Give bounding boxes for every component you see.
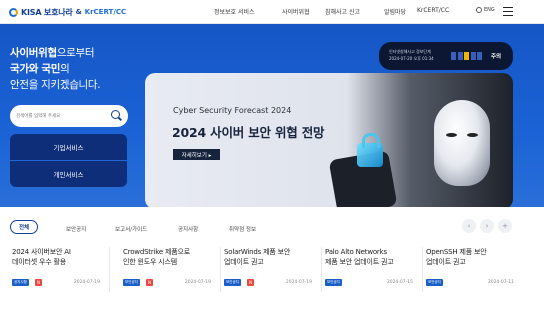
notice-title-line2: 데이터셋 우수 활용 [12, 258, 66, 266]
logo-cert-text: KrCERT/CC [84, 8, 127, 16]
banner-title: 2024 사이버 보안 위협 전망 [172, 125, 325, 140]
prev-arrow-icon[interactable]: ‹ [462, 219, 476, 233]
language-label: ENG [484, 7, 495, 13]
notice-title-line1: Palo Alto Networks [325, 248, 387, 256]
nav-item-incident-report[interactable]: 침해사고 신고 [325, 7, 360, 16]
next-arrow-icon[interactable]: › [480, 219, 494, 233]
nav-item-cyber-threat[interactable]: 사이버위협 [282, 7, 310, 16]
alert-level-bar [470, 52, 476, 60]
alert-level-title: 인터넷침해사고 경보단계 [389, 49, 431, 54]
banner-subtitle: Cyber Security Forecast 2024 [173, 106, 292, 115]
new-badge: N [35, 279, 42, 286]
tab-all[interactable]: 전체 [10, 220, 38, 234]
alert-level-bar [451, 52, 456, 60]
notice-card[interactable]: CrowdStrike 제품으로 인한 윈도우 시스템 보안공지 N 2024-… [123, 247, 221, 292]
new-badge: N [146, 279, 153, 286]
nav-item-notice[interactable]: 알림마당 [384, 7, 406, 16]
search-icon[interactable] [111, 110, 120, 119]
language-switch[interactable]: ENG [476, 7, 495, 13]
nav-item-krcert[interactable]: KrCERT/CC [417, 7, 449, 14]
notice-date: 2024-07-15 [386, 280, 413, 285]
kisa-logo[interactable]: KISA 보호나라 & KrCERT/CC [9, 6, 126, 18]
new-badge: N [247, 279, 254, 286]
search-input[interactable] [16, 111, 108, 121]
notice-title-line2: 제품 보안 업데이트 권고 [325, 258, 394, 266]
notice-date: 2024-07-19 [184, 280, 211, 285]
notice-card[interactable]: Palo Alto Networks 제품 보안 업데이트 권고 보안공지 20… [325, 247, 423, 292]
notice-title-line1: OpenSSH 제품 보안 [426, 248, 487, 256]
nav-item-security-service[interactable]: 정보보호 서비스 [214, 7, 255, 16]
alert-level-bar [464, 52, 469, 60]
notice-title-line1: 2024 사이버보안 AI [12, 248, 71, 256]
padlock-illustration [357, 133, 383, 167]
notice-date: 2024-07-19 [73, 280, 100, 285]
plus-more-icon[interactable]: + [498, 219, 512, 233]
alert-level-value: 주의 [491, 54, 502, 60]
alert-level-bars [451, 52, 482, 60]
notice-card[interactable]: OpenSSH 제품 보안 업데이트 권고 보안공지 2024-07-11 [426, 247, 524, 292]
category-badge: 보안공지 [224, 279, 241, 286]
logo-kisa-text: KISA 보호나라 [21, 7, 73, 17]
notice-title-line2: 인한 윈도우 시스템 [123, 258, 177, 266]
globe-icon [476, 7, 482, 13]
banner-detail-button[interactable]: 자세히보기 ▸ [173, 149, 220, 160]
kisa-logo-icon [9, 7, 18, 17]
tab-security-notice[interactable]: 보안공지 [66, 225, 86, 233]
mask-illustration [434, 100, 490, 186]
hero-section: 사이버위협으로부터 국가와 국민의 안전을 지키겠습니다. 기업서비스 개인서비… [0, 24, 544, 207]
notice-card[interactable]: 2024 사이버보안 AI 데이터셋 우수 활용 공지사항 N 2024-07-… [12, 247, 110, 292]
notice-card[interactable]: SolarWinds 제품 보안 업데이트 권고 보안공지 N 2024-07-… [224, 247, 322, 292]
tab-vulnerability-info[interactable]: 취약점 정보 [229, 225, 256, 233]
notice-title-line1: CrowdStrike 제품으로 [123, 248, 190, 256]
enterprise-service-button[interactable]: 기업서비스 [10, 134, 127, 160]
tab-announcements[interactable]: 공지사항 [178, 225, 198, 233]
search-box [10, 105, 128, 127]
alert-datetime: 2024-07-20 오후 01:34 [389, 56, 434, 61]
category-badge: 보안공지 [123, 279, 140, 286]
alert-level-widget[interactable]: 인터넷침해사고 경보단계 2024-07-20 오후 01:34 주의 [379, 42, 513, 70]
category-badge: 보안공지 [426, 279, 443, 286]
alert-level-bar [477, 52, 482, 60]
notice-title-line1: SolarWinds 제품 보안 [224, 248, 291, 256]
notice-title-line2: 업데이트 권고 [426, 258, 466, 266]
tab-reports-guides[interactable]: 보고서/가이드 [115, 225, 147, 233]
hamburger-menu-icon[interactable] [503, 7, 513, 16]
hero-title: 사이버위협으로부터 국가와 국민의 안전을 지키겠습니다. [10, 47, 101, 91]
site-header: KISA 보호나라 & KrCERT/CC 정보보호 서비스 사이버위협 침해사… [0, 0, 544, 24]
personal-service-button[interactable]: 개인서비스 [10, 161, 127, 187]
notice-date: 2024-07-19 [285, 280, 312, 285]
category-badge: 공지사항 [12, 279, 29, 286]
alert-level-bar [457, 52, 463, 60]
main-banner[interactable]: Cyber Security Forecast 2024 2024 사이버 보안… [145, 73, 513, 207]
notice-date: 2024-07-11 [487, 280, 514, 285]
notice-title-line2: 업데이트 권고 [224, 258, 264, 266]
category-badge: 보안공지 [325, 279, 342, 286]
logo-separator: & [75, 8, 82, 16]
